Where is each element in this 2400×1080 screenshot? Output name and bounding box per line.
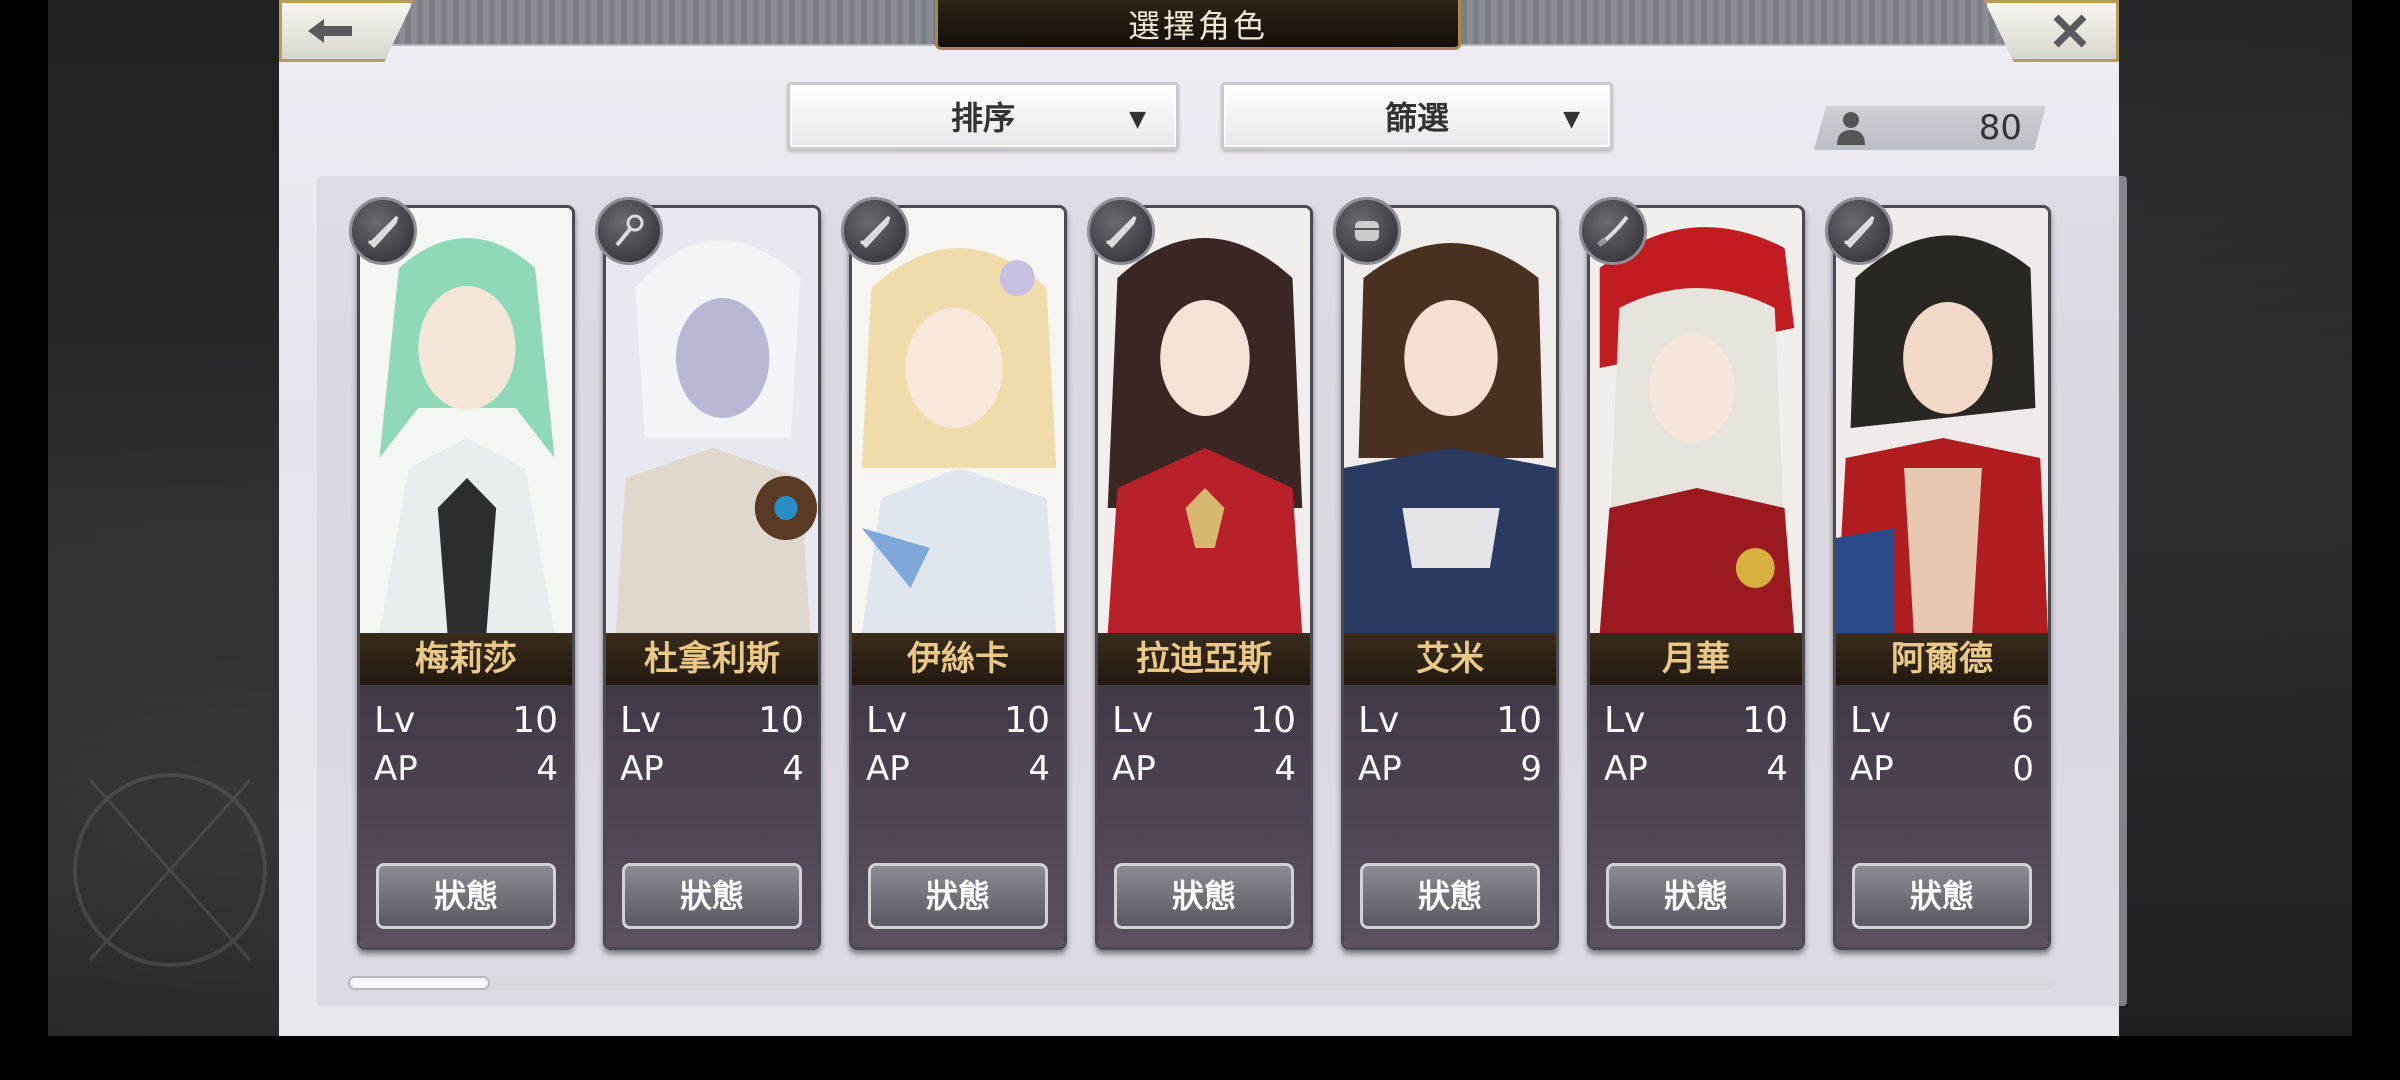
character-portrait	[1590, 208, 1802, 633]
character-portrait	[1836, 208, 2048, 633]
character-count: 80	[1814, 106, 2046, 150]
character-name: 伊絲卡	[852, 633, 1064, 685]
character-portrait	[852, 208, 1064, 633]
ap-label: AP	[1358, 749, 1402, 789]
character-portrait	[360, 208, 572, 633]
status-button[interactable]: 狀態	[868, 863, 1048, 929]
sword-icon	[349, 197, 417, 265]
user-icon	[1836, 111, 1866, 145]
character-card[interactable]: 梅莉莎 Lv 10 AP 4 狀態	[357, 205, 575, 950]
ap-label: AP	[1850, 749, 1894, 789]
character-stats: Lv 6 AP 0 狀態	[1836, 685, 2048, 947]
character-card[interactable]: 艾米 Lv 10 AP 9 狀態	[1341, 205, 1559, 950]
ap-value: 0	[2012, 749, 2034, 789]
sword-icon	[841, 197, 909, 265]
ap-value: 9	[1520, 749, 1542, 789]
katana-icon	[1579, 197, 1647, 265]
character-name: 拉迪亞斯	[1098, 633, 1310, 685]
chevron-down-icon: ▼	[1129, 107, 1146, 132]
close-icon	[2053, 14, 2087, 48]
sort-label: 排序	[950, 99, 1015, 137]
level-label: Lv	[1358, 700, 1400, 741]
character-stats: Lv 10 AP 4 狀態	[1590, 685, 1802, 947]
arrow-left-icon	[308, 19, 352, 43]
sword-icon	[1087, 197, 1155, 265]
character-name: 月華	[1590, 633, 1802, 685]
ap-label: AP	[620, 749, 664, 789]
character-stats: Lv 10 AP 4 狀態	[1098, 685, 1310, 947]
sort-dropdown[interactable]: 排序 ▼	[787, 82, 1179, 150]
character-card[interactable]: 拉迪亞斯 Lv 10 AP 4 狀態	[1095, 205, 1313, 950]
scrollbar-thumb[interactable]	[348, 976, 490, 990]
status-button[interactable]: 狀態	[1360, 863, 1540, 929]
ap-label: AP	[866, 749, 910, 789]
horizontal-scrollbar[interactable]	[348, 976, 2054, 990]
level-label: Lv	[1604, 700, 1646, 741]
ap-value: 4	[536, 749, 558, 789]
ap-label: AP	[1112, 749, 1156, 789]
level-value: 10	[512, 700, 558, 741]
page-title: 選擇角色	[935, 0, 1461, 50]
level-value: 10	[1496, 700, 1542, 741]
decorative-background-icon	[73, 773, 267, 967]
ap-value: 4	[1028, 749, 1050, 789]
level-label: Lv	[1850, 700, 1892, 741]
status-button[interactable]: 狀態	[1606, 863, 1786, 929]
bottom-bar	[0, 1036, 2400, 1080]
level-value: 10	[1742, 700, 1788, 741]
level-value: 10	[758, 700, 804, 741]
level-value: 10	[1250, 700, 1296, 741]
filter-dropdown[interactable]: 篩選 ▼	[1221, 82, 1613, 150]
character-card[interactable]: 杜拿利斯 Lv 10 AP 4 狀態	[603, 205, 821, 950]
chevron-down-icon: ▼	[1563, 107, 1580, 132]
character-portrait	[1098, 208, 1310, 633]
character-name: 梅莉莎	[360, 633, 572, 685]
character-name: 阿爾德	[1836, 633, 2048, 685]
character-name: 杜拿利斯	[606, 633, 818, 685]
level-label: Lv	[1112, 700, 1154, 741]
ap-value: 4	[782, 749, 804, 789]
ap-label: AP	[1604, 749, 1648, 789]
character-portrait	[606, 208, 818, 633]
status-button[interactable]: 狀態	[1852, 863, 2032, 929]
filter-label: 篩選	[1384, 99, 1449, 137]
character-card[interactable]: 阿爾德 Lv 6 AP 0 狀態	[1833, 205, 2051, 950]
character-portrait	[1344, 208, 1556, 633]
level-label: Lv	[866, 700, 908, 741]
character-name: 艾米	[1344, 633, 1556, 685]
ap-value: 4	[1274, 749, 1296, 789]
level-value: 6	[2011, 700, 2034, 741]
character-stats: Lv 10 AP 4 狀態	[852, 685, 1064, 947]
character-count-value: 80	[1978, 108, 2022, 148]
character-card[interactable]: 月華 Lv 10 AP 4 狀態	[1587, 205, 1805, 950]
status-button[interactable]: 狀態	[1114, 863, 1294, 929]
level-label: Lv	[620, 700, 662, 741]
fist-icon	[1333, 197, 1401, 265]
status-button[interactable]: 狀態	[622, 863, 802, 929]
character-card[interactable]: 伊絲卡 Lv 10 AP 4 狀態	[849, 205, 1067, 950]
ap-value: 4	[1766, 749, 1788, 789]
character-stats: Lv 10 AP 4 狀態	[360, 685, 572, 947]
level-value: 10	[1004, 700, 1050, 741]
character-stats: Lv 10 AP 4 狀態	[606, 685, 818, 947]
ap-label: AP	[374, 749, 418, 789]
character-stats: Lv 10 AP 9 狀態	[1344, 685, 1556, 947]
sword-icon	[1825, 197, 1893, 265]
status-button[interactable]: 狀態	[376, 863, 556, 929]
staff-icon	[595, 197, 663, 265]
level-label: Lv	[374, 700, 416, 741]
